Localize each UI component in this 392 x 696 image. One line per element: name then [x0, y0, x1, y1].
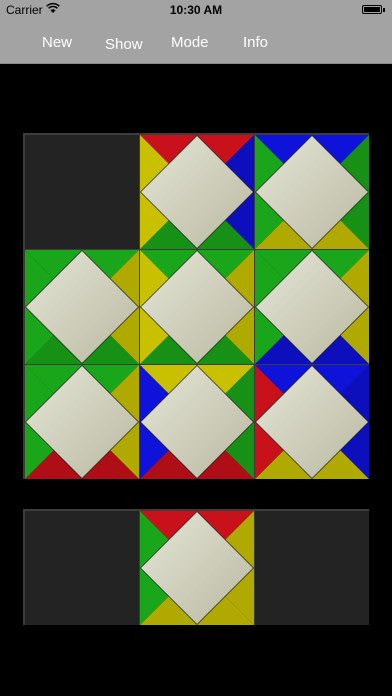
- status-bar: Carrier 10:30 AM: [0, 0, 392, 20]
- board-tile[interactable]: [255, 250, 369, 364]
- toolbar: New Show Mode Info: [0, 20, 392, 64]
- board-tile[interactable]: [25, 365, 139, 479]
- board-tile[interactable]: [140, 365, 254, 479]
- board-tile[interactable]: [25, 250, 139, 364]
- board-empty-slot[interactable]: [25, 135, 139, 249]
- board-tile[interactable]: [140, 250, 254, 364]
- board-tile[interactable]: [140, 135, 254, 249]
- board-tile[interactable]: [255, 365, 369, 479]
- board-tile[interactable]: [255, 135, 369, 249]
- battery-icon: [362, 5, 386, 15]
- tile-tray: [23, 509, 369, 625]
- tray-empty-slot[interactable]: [25, 511, 139, 625]
- puzzle-board: [23, 133, 369, 479]
- show-button[interactable]: Show: [105, 36, 143, 53]
- info-button[interactable]: Info: [243, 34, 268, 51]
- mode-button[interactable]: Mode: [171, 34, 209, 51]
- tray-tile[interactable]: [140, 511, 254, 625]
- new-button[interactable]: New: [42, 34, 72, 51]
- status-time: 10:30 AM: [169, 3, 223, 17]
- tray-empty-slot[interactable]: [255, 511, 369, 625]
